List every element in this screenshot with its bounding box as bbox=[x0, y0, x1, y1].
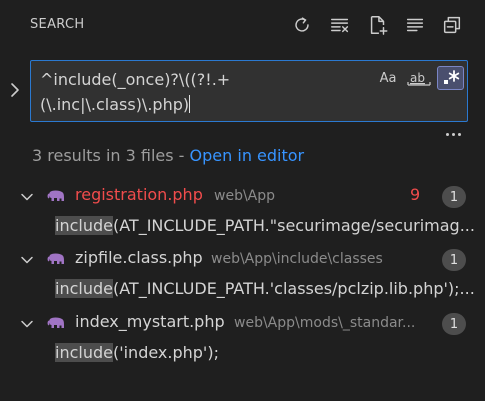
file-path: web\App bbox=[214, 188, 276, 204]
match-line[interactable]: include(AT_INCLUDE_PATH.'classes/pclzip.… bbox=[0, 276, 485, 306]
results-summary: 3 results in 3 files - Open in editor bbox=[32, 146, 304, 165]
match-highlight: include bbox=[55, 279, 113, 298]
regex-icon bbox=[443, 70, 459, 84]
match-text: include(AT_INCLUDE_PATH."securimage/secu… bbox=[55, 216, 485, 235]
whole-word-icon: ab bbox=[407, 71, 431, 86]
file-result-row[interactable]: registration.php web\App 9 1 bbox=[0, 182, 485, 212]
chevron-down-icon[interactable] bbox=[20, 253, 34, 267]
file-name: zipfile.class.php bbox=[75, 248, 203, 267]
match-text: include(AT_INCLUDE_PATH.'classes/pclzip.… bbox=[55, 279, 485, 298]
search-view-header: SEARCH bbox=[0, 0, 485, 50]
clear-results-icon[interactable] bbox=[328, 13, 352, 37]
match-highlight: include bbox=[55, 216, 113, 235]
match-context: (AT_INCLUDE_PATH.'classes/pclzip.lib.php… bbox=[112, 279, 475, 298]
search-input[interactable]: ^include(_once)?\((?!.+ (\.inc|\.class)\… bbox=[30, 60, 468, 122]
match-context: ('index.php'); bbox=[112, 343, 219, 362]
match-line[interactable]: include('index.php'); bbox=[0, 340, 485, 370]
query-line-1: ^include(_once)?\((?!.+ bbox=[40, 70, 231, 89]
php-elephant-icon bbox=[47, 253, 64, 264]
php-elephant-icon bbox=[47, 190, 64, 201]
search-query-text[interactable]: ^include(_once)?\((?!.+ (\.inc|\.class)\… bbox=[40, 67, 370, 117]
file-result-row[interactable]: index_mystart.php web\App\mods\_standar.… bbox=[0, 309, 485, 339]
match-case-label: Aa bbox=[379, 70, 397, 86]
match-case-toggle[interactable]: Aa bbox=[375, 66, 401, 90]
query-line-2: (\.inc|\.class)\.php) bbox=[40, 95, 190, 114]
match-count-badge: 1 bbox=[442, 186, 466, 208]
use-regex-toggle[interactable] bbox=[437, 66, 464, 90]
match-line[interactable]: include(AT_INCLUDE_PATH."securimage/secu… bbox=[0, 213, 485, 243]
file-name: index_mystart.php bbox=[75, 312, 225, 331]
chevron-down-icon[interactable] bbox=[20, 317, 34, 331]
collapse-all-icon[interactable] bbox=[440, 13, 464, 37]
match-whole-word-toggle[interactable]: ab bbox=[405, 66, 433, 90]
text-caret bbox=[189, 95, 191, 113]
toggle-replace-chevron-icon[interactable] bbox=[6, 80, 24, 100]
problems-count: 9 bbox=[410, 185, 421, 204]
match-context: (AT_INCLUDE_PATH."securimage/securimag..… bbox=[112, 216, 475, 235]
match-text: include('index.php'); bbox=[55, 343, 485, 362]
file-result-row[interactable]: zipfile.class.php web\App\include\classe… bbox=[0, 245, 485, 275]
toggle-search-details-icon[interactable] bbox=[442, 125, 464, 143]
view-title: SEARCH bbox=[30, 17, 85, 32]
svg-text:ab: ab bbox=[410, 71, 425, 85]
match-count-badge: 1 bbox=[442, 313, 466, 335]
refresh-icon[interactable] bbox=[290, 13, 314, 37]
view-as-tree-icon[interactable] bbox=[403, 13, 427, 37]
match-highlight: include bbox=[55, 343, 113, 362]
new-search-editor-icon[interactable] bbox=[366, 13, 390, 37]
results-count-text: 3 results in 3 files - bbox=[32, 146, 190, 165]
file-name: registration.php bbox=[75, 185, 203, 204]
chevron-down-icon[interactable] bbox=[20, 190, 34, 204]
open-in-editor-link[interactable]: Open in editor bbox=[190, 146, 305, 165]
match-count-badge: 1 bbox=[442, 249, 466, 271]
file-path: web\App\include\classes bbox=[211, 251, 383, 267]
file-path: web\App\mods\_standar... bbox=[234, 315, 416, 331]
php-elephant-icon bbox=[47, 317, 64, 328]
